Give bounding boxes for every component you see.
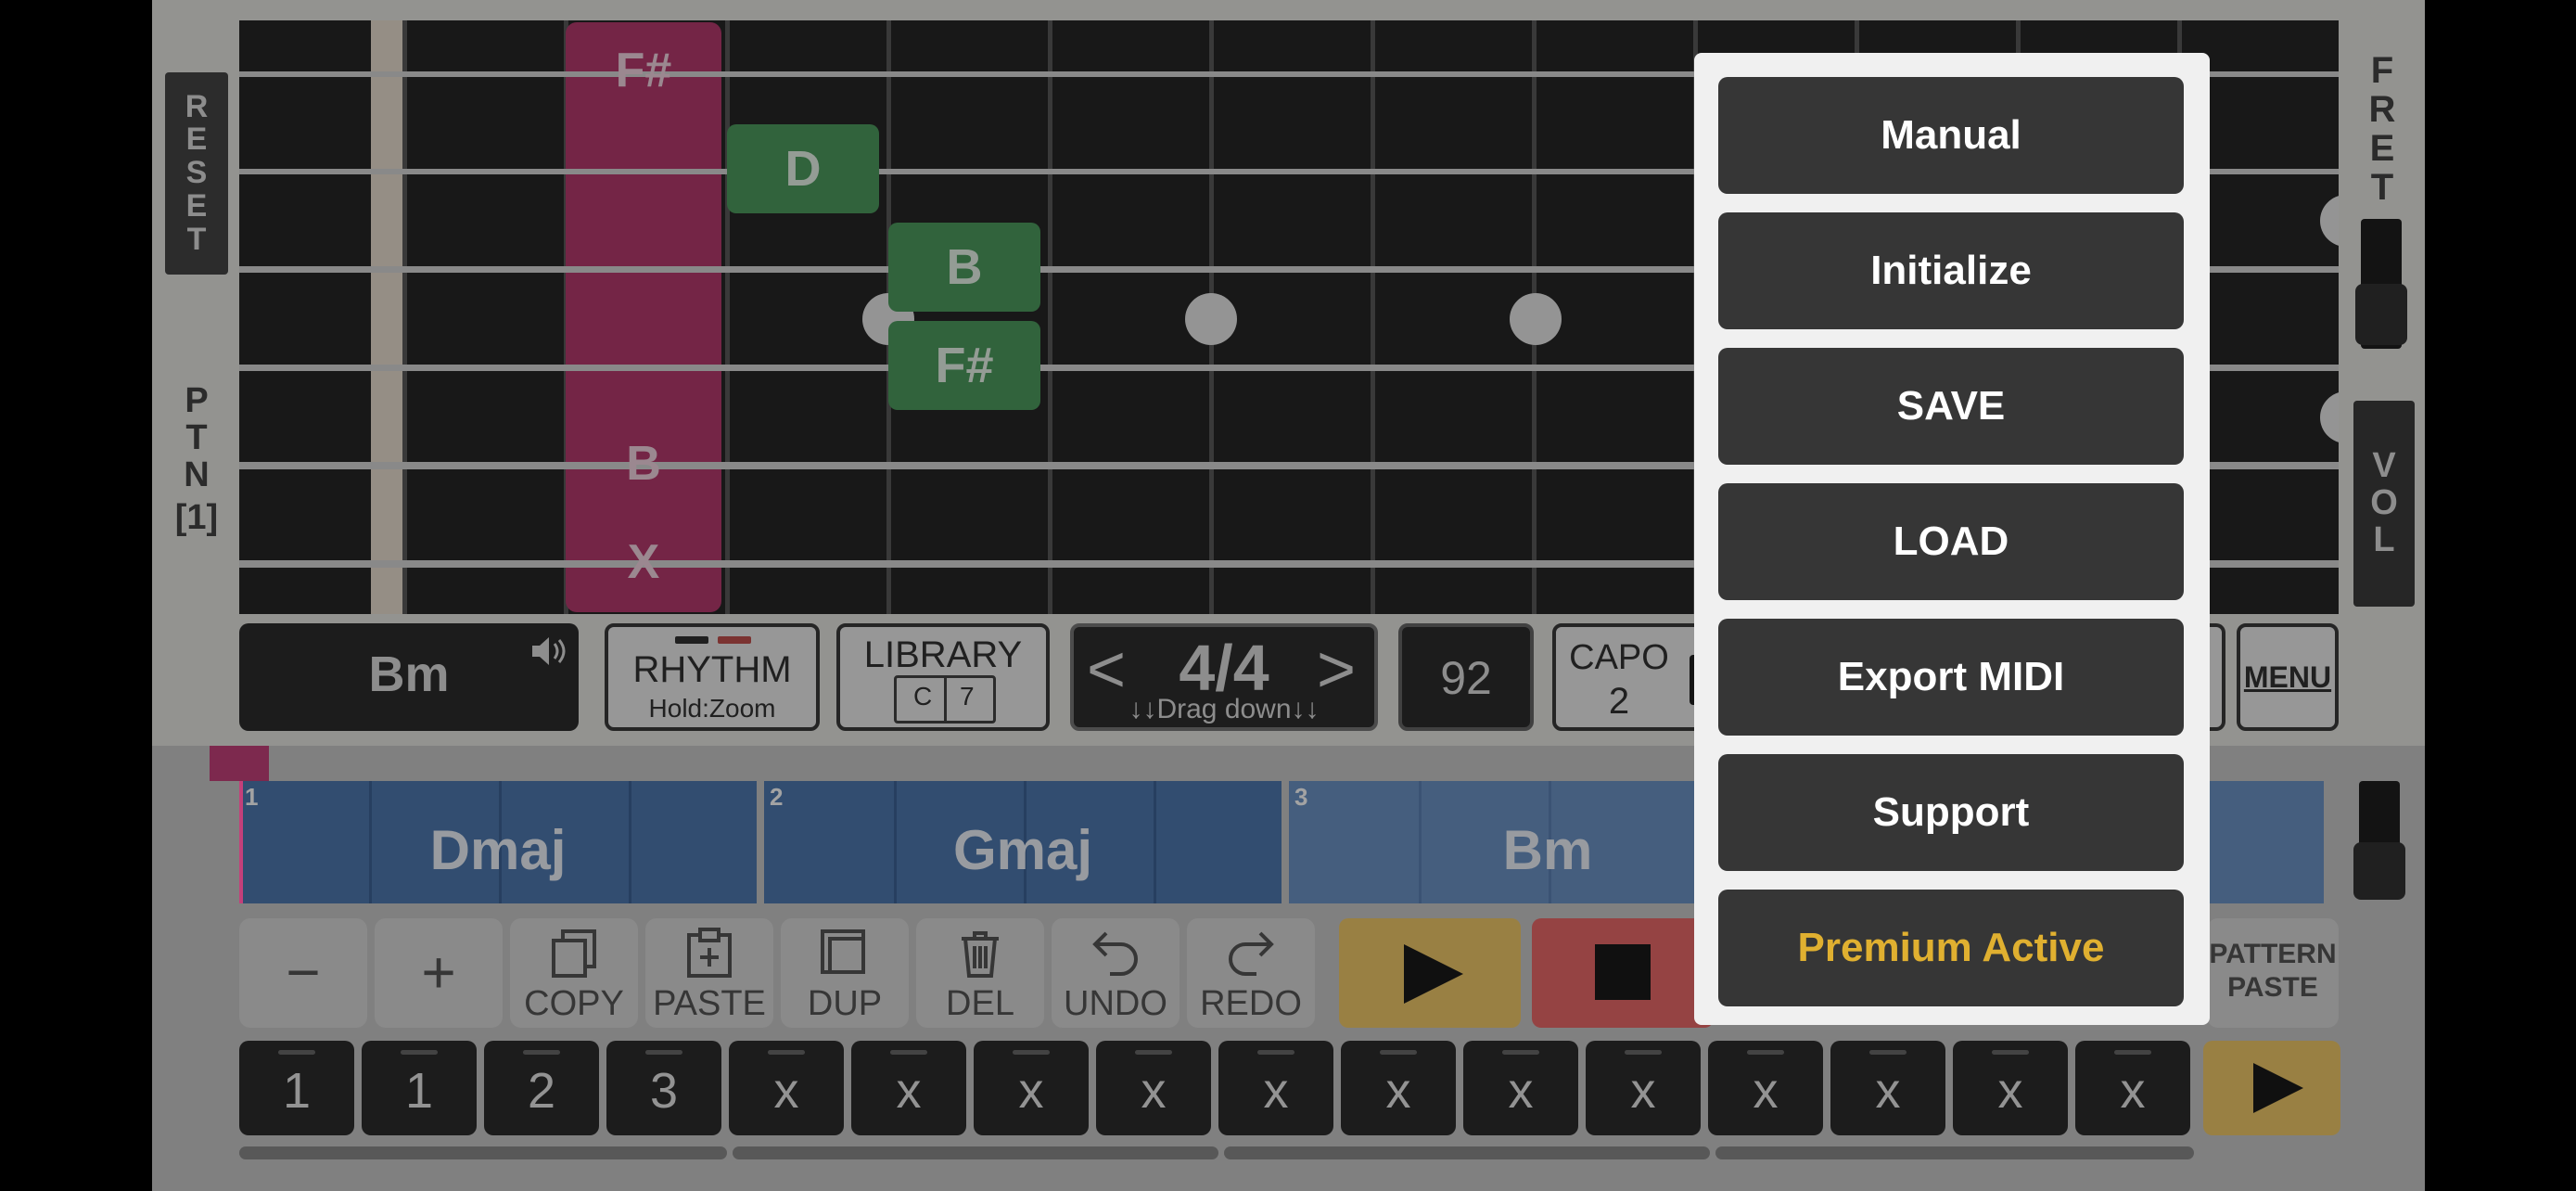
main-menu-popup: Manual Initialize SAVE LOAD Export MIDI … [1694, 53, 2210, 1025]
menu-item-initialize[interactable]: Initialize [1718, 212, 2184, 329]
menu-item-manual[interactable]: Manual [1718, 77, 2184, 194]
menu-item-premium[interactable]: Premium Active [1718, 890, 2184, 1006]
menu-item-export-midi[interactable]: Export MIDI [1718, 619, 2184, 736]
menu-item-save[interactable]: SAVE [1718, 348, 2184, 465]
playhead-line [239, 781, 243, 903]
menu-item-load[interactable]: LOAD [1718, 483, 2184, 600]
menu-item-support[interactable]: Support [1718, 754, 2184, 871]
